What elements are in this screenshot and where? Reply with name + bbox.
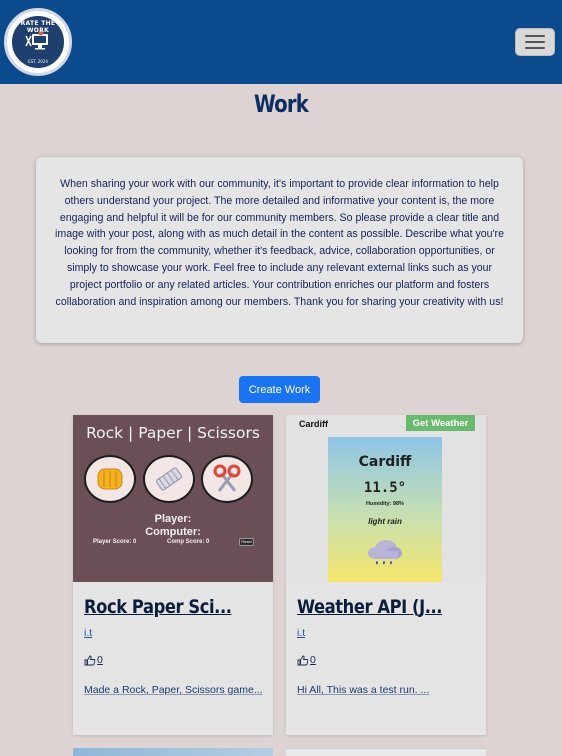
get-weather-button: Get Weather [406, 415, 475, 431]
paper-icon [143, 455, 195, 503]
thumbs-up-icon [297, 655, 309, 665]
navbar: RATE THE WORK EST. 2024 [0, 0, 562, 84]
work-card-partial[interactable] [73, 748, 273, 756]
city-input: Cardiff [299, 419, 328, 429]
page-title: Work [253, 90, 309, 118]
create-work-button[interactable]: Create Work [239, 376, 320, 403]
weather-temp: 11.5° [363, 480, 407, 496]
card-thumbnail[interactable]: Cardiff Get Weather Cardiff 11.5° Humidi… [286, 415, 486, 582]
weather-city: Cardiff [358, 454, 412, 470]
weather-humidity: Humidity: 98% [366, 501, 404, 507]
weather-condition: light rain [368, 517, 402, 526]
card-description[interactable]: Made a Rock, Paper, Scissors game... [84, 682, 264, 699]
player-score: Player Score: 0 [93, 539, 137, 545]
hamburger-icon [525, 35, 545, 37]
card-thumbnail[interactable]: Rock | Paper | Scissors Player: Computer… [73, 415, 273, 582]
card-author-link[interactable]: i.t [297, 627, 305, 639]
menu-toggle-button[interactable] [515, 28, 555, 56]
thumbnail-heading: Rock | Paper | Scissors [86, 424, 260, 442]
hamburger-icon [525, 47, 545, 49]
reset-button: Reset [239, 538, 254, 546]
site-logo[interactable]: RATE THE WORK EST. 2024 [4, 8, 72, 76]
rain-cloud-icon [368, 540, 402, 565]
thumbs-up-icon [84, 655, 96, 665]
card-description[interactable]: Hi All, This was a test run. ... [297, 682, 477, 699]
like-button[interactable]: 0 [84, 654, 103, 666]
scissors-icon [201, 455, 253, 503]
logo-badge: RATE THE WORK EST. 2024 [10, 14, 66, 70]
card-author-link[interactable]: i.t [84, 627, 92, 639]
work-card-partial[interactable] [286, 748, 486, 756]
like-count: 0 [310, 654, 316, 666]
intro-text: When sharing your work with our communit… [36, 157, 523, 343]
logo-est: EST. 2024 [28, 59, 48, 64]
work-card[interactable]: Cardiff Get Weather Cardiff 11.5° Humidi… [286, 415, 486, 735]
hamburger-icon [525, 41, 545, 43]
player-label: Player: [154, 513, 192, 525]
card-title[interactable]: Rock Paper Sci... [84, 596, 232, 618]
thumbnail-player-label: Player: Computer: [73, 513, 273, 539]
logo-text: RATE THE WORK [20, 20, 56, 34]
weather-panel: Cardiff 11.5° Humidity: 98% light rain [328, 437, 442, 582]
work-card[interactable]: Rock | Paper | Scissors Player: Computer… [73, 415, 273, 735]
comp-score: Comp Score: 0 [167, 539, 210, 545]
rock-icon [84, 455, 136, 503]
like-count: 0 [97, 654, 103, 666]
card-title[interactable]: Weather API (J... [297, 596, 443, 618]
like-button[interactable]: 0 [297, 654, 316, 666]
